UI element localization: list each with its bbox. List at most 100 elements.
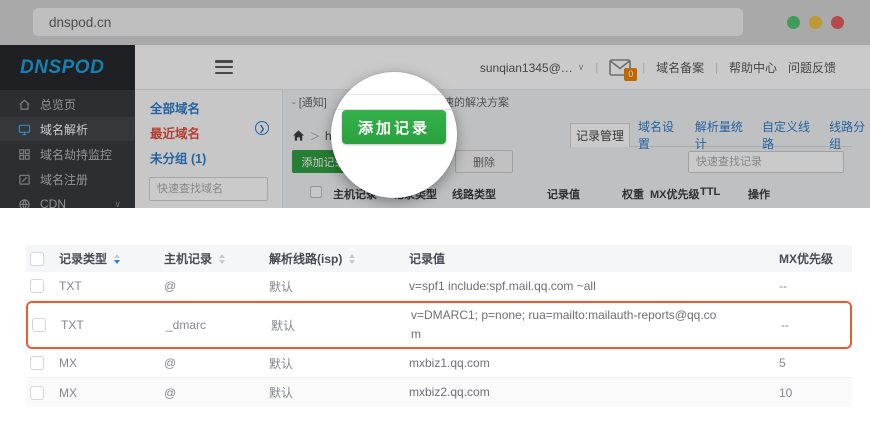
header-record-type[interactable]: 记录类型	[59, 250, 107, 267]
cell-value: mxbiz1.qq.com	[409, 354, 779, 373]
filter-all-domains[interactable]: 全部域名	[150, 98, 200, 117]
tab-domain-settings[interactable]: 域名设置	[638, 118, 679, 152]
sidebar: 总览页 域名解析 域名劫持监控	[0, 90, 135, 208]
chevron-down-icon: ∨	[578, 62, 585, 73]
sidebar-item-label: 域名劫持监控	[40, 146, 112, 163]
table-row-spf: TXT @ 默认 v=spf1 include:spf.mail.qq.com …	[26, 272, 852, 301]
magnified-notice-band	[331, 94, 457, 110]
column-line: 线路类型	[452, 186, 496, 202]
monitor-grid-icon	[18, 148, 31, 161]
sidebar-item-label: 总览页	[40, 96, 76, 113]
column-ttl: TTL	[700, 186, 720, 198]
select-all-checkbox[interactable]	[30, 252, 44, 266]
breadcrumb-separator: ＞	[310, 128, 320, 143]
sidebar-item-cdn[interactable]: CDN ∨	[0, 192, 135, 208]
cell-mx: --	[781, 318, 852, 332]
link-domain-filing[interactable]: 域名备案	[656, 59, 704, 76]
sidebar-item-hijack-monitor[interactable]: 域名劫持监控	[0, 142, 135, 166]
cell-type: MX	[59, 386, 164, 400]
tab-resolve-stats[interactable]: 解析量统计	[695, 118, 746, 152]
expand-arrow-icon[interactable]: ❯	[255, 121, 269, 135]
filter-ungrouped[interactable]: 未分组 (1)	[150, 148, 206, 167]
window-dot-green-icon[interactable]	[787, 16, 800, 29]
cell-line: 默认	[269, 355, 409, 372]
table-header-row: 记录类型 主机记录 解析线路(isp) 记录值 MX优先级	[26, 245, 852, 272]
cell-line: 默认	[269, 384, 409, 401]
cell-value: v=spf1 include:spf.mail.qq.com ~all	[409, 277, 779, 296]
mail-button[interactable]: 0	[609, 59, 631, 77]
sidebar-item-domain-register[interactable]: 域名注册	[0, 167, 135, 191]
link-feedback[interactable]: 问题反馈	[788, 59, 836, 76]
cell-host: _dmarc	[166, 318, 271, 332]
window-dot-red-icon[interactable]	[831, 16, 844, 29]
link-help-center[interactable]: 帮助中心	[729, 59, 777, 76]
url-text: dnspod.cn	[49, 15, 111, 30]
cell-value: mxbiz2.qq.com	[409, 383, 779, 402]
breadcrumb: ＞ h	[292, 128, 332, 143]
cell-line: 默认	[269, 278, 409, 295]
tab-custom-lines[interactable]: 自定义线路	[762, 118, 813, 152]
sidebar-item-overview[interactable]: 总览页	[0, 92, 135, 116]
dns-records-table: 记录类型 主机记录 解析线路(isp) 记录值 MX优先级 TXT @ 默认 v…	[26, 245, 852, 407]
address-bar[interactable]: dnspod.cn	[33, 8, 743, 36]
spotlight-circle: 添加记录	[331, 72, 457, 198]
table-row-mx1: MX @ 默认 mxbiz1.qq.com 5	[26, 349, 852, 378]
cell-host: @	[164, 279, 269, 293]
cell-host: @	[164, 386, 269, 400]
column-action: 操作	[748, 186, 770, 202]
hamburger-menu-icon[interactable]	[215, 60, 233, 74]
chevron-down-icon: ∨	[114, 199, 121, 209]
cell-type: TXT	[59, 279, 164, 293]
home-icon	[18, 98, 31, 111]
row-checkbox[interactable]	[30, 386, 44, 400]
sort-icon[interactable]	[114, 254, 120, 264]
mail-badge: 0	[624, 68, 637, 81]
header-value: 记录值	[409, 250, 445, 267]
tab-record-management[interactable]: 记录管理	[570, 123, 630, 147]
header-host[interactable]: 主机记录	[164, 250, 212, 267]
sidebar-item-dns[interactable]: 域名解析	[0, 117, 135, 141]
row-checkbox[interactable]	[32, 318, 46, 332]
highlighted-dmarc-row-outline: TXT _dmarc 默认 v=DMARC1; p=none; rua=mail…	[26, 301, 852, 349]
topbar-right: sunqian1345@… ∨ | 0 | 域名备案 | 帮助中心	[480, 45, 836, 90]
divider: |	[595, 62, 598, 74]
register-pencil-icon	[18, 173, 31, 186]
row-checkbox[interactable]	[30, 356, 44, 370]
filter-recent-domains[interactable]: 最近域名	[150, 123, 200, 142]
dnspod-logo: DNSPOD	[20, 57, 104, 79]
cell-mx: 10	[779, 386, 852, 400]
record-search-input[interactable]	[688, 151, 844, 173]
tab-strip: 域名设置 解析量统计 自定义线路 线路分组	[638, 123, 870, 147]
account-menu[interactable]: sunqian1345@… ∨	[480, 61, 585, 75]
logo-block: DNSPOD	[0, 45, 135, 90]
divider: |	[715, 62, 718, 74]
cell-line: 默认	[271, 317, 411, 334]
add-record-button-highlighted[interactable]: 添加记录	[342, 110, 446, 144]
window-dot-yellow-icon[interactable]	[809, 16, 822, 29]
browser-chrome: dnspod.cn	[0, 0, 870, 45]
home-icon[interactable]	[292, 129, 305, 142]
sidebar-item-label: CDN	[40, 197, 66, 208]
cell-type: TXT	[61, 318, 166, 332]
tab-line-groups[interactable]: 线路分组	[829, 118, 870, 152]
header-line[interactable]: 解析线路(isp)	[269, 250, 342, 267]
domain-search-input[interactable]	[149, 177, 268, 201]
screenshot-stage: dnspod.cn DNSPOD sunqian1345@… ∨ |	[0, 0, 870, 422]
sidebar-item-label: 域名解析	[40, 121, 88, 138]
account-name: sunqian1345@…	[480, 61, 573, 75]
globe-icon	[18, 198, 31, 209]
sort-icon[interactable]	[349, 254, 355, 264]
window-controls	[787, 16, 844, 29]
notice-text-left: - [通知]	[292, 94, 327, 110]
row-checkbox[interactable]	[30, 279, 44, 293]
cell-value: v=DMARC1; p=none; rua=mailto:mailauth-re…	[411, 306, 781, 343]
sort-icon[interactable]	[219, 254, 225, 264]
console-topbar: sunqian1345@… ∨ | 0 | 域名备案 | 帮助中心	[135, 45, 870, 90]
delete-button[interactable]: 删除	[455, 150, 513, 173]
select-all-checkbox[interactable]	[310, 186, 322, 198]
table-row-dmarc: TXT _dmarc 默认 v=DMARC1; p=none; rua=mail…	[28, 303, 850, 347]
cell-mx: --	[779, 279, 852, 293]
tutorial-screenshot: dnspod.cn DNSPOD sunqian1345@… ∨ |	[0, 0, 870, 208]
column-value: 记录值	[547, 186, 580, 202]
cell-host: @	[164, 356, 269, 370]
